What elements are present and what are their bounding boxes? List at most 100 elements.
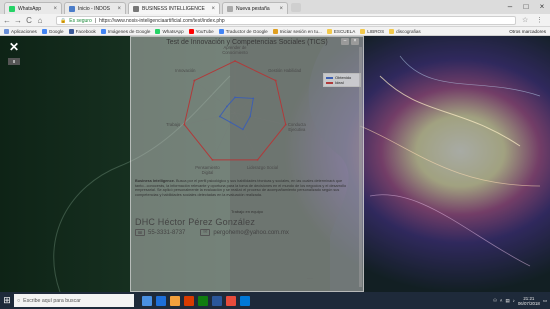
minimize-icon[interactable]: – xyxy=(502,1,518,12)
bookmark-label: Facebook xyxy=(75,28,96,34)
radar-point xyxy=(234,96,236,99)
dialog-close-icon[interactable]: × xyxy=(351,38,359,45)
taskbar-app-icon[interactable] xyxy=(226,295,236,306)
tab-nueva-pestana[interactable]: Nueva pestaña × xyxy=(222,2,288,14)
chart-legend: Obtenido Ideal xyxy=(323,73,361,87)
bookmark-item[interactable]: LIBROS xyxy=(360,28,384,34)
bookmark-label: ESCUELA xyxy=(333,28,356,34)
tab-label: Inicio - INDOS xyxy=(78,5,110,12)
taskbar-app-icon[interactable] xyxy=(198,295,208,306)
other-bookmarks[interactable]: Otros marcadores xyxy=(509,29,550,34)
phone-number: 55-3331-8737 xyxy=(148,229,186,236)
taskbar-app-icon[interactable] xyxy=(212,295,222,306)
close-icon[interactable]: × xyxy=(53,6,57,12)
star-icon[interactable]: ☆ xyxy=(522,16,528,24)
cortana-icon: ○ xyxy=(17,297,21,304)
radar-point xyxy=(252,97,255,100)
legend-swatch xyxy=(326,81,333,84)
taskbar-app-icon[interactable] xyxy=(240,295,250,306)
scroll-note: ..... xyxy=(307,275,313,280)
address-bar[interactable]: 🔒 Es seguro | https://www.nosis-intelige… xyxy=(56,16,516,25)
radar-point xyxy=(241,128,244,131)
taskbar-app-icon[interactable] xyxy=(142,295,152,306)
radar-axis-label: Liderazgo Social xyxy=(247,165,278,171)
volume-icon[interactable]: ♪ xyxy=(513,298,515,303)
radar-axis-label: Pensamiento Digital xyxy=(195,165,220,176)
email-address[interactable]: pergohemo@yahoo.com.mx xyxy=(213,230,288,236)
close-icon[interactable]: × xyxy=(211,6,215,12)
tab-label: WhatsApp xyxy=(18,5,42,12)
dialog-scrollbar[interactable] xyxy=(359,47,362,287)
radar-spoke xyxy=(234,112,258,160)
new-tab-button[interactable] xyxy=(291,3,301,12)
close-icon[interactable]: ✕ xyxy=(9,40,19,54)
radar-axis-label: Innovación xyxy=(175,68,196,74)
tab-whatsapp[interactable]: WhatsApp × xyxy=(4,2,62,14)
windows-start-icon[interactable]: ⊞ xyxy=(0,292,14,309)
bookmark-icon xyxy=(272,28,278,34)
bookmark-item[interactable]: YouTube xyxy=(188,28,214,34)
radar-point xyxy=(249,115,252,118)
secure-label: Es seguro xyxy=(69,17,92,24)
bookmark-item[interactable]: Google xyxy=(41,28,64,34)
bookmark-icon xyxy=(41,28,47,34)
bookmark-icon xyxy=(155,28,161,34)
url-separator: | xyxy=(94,17,97,24)
tab-business-intelligence[interactable]: BUSINESS INTELLIGENCE × xyxy=(128,2,220,14)
bookmark-label: WhatsApp xyxy=(162,28,184,34)
bookmark-item[interactable]: Aplicaciones xyxy=(4,28,37,34)
radar-point xyxy=(256,158,259,161)
taskbar-app-icon[interactable] xyxy=(170,295,180,306)
radar-axis-label: Trabajo xyxy=(166,122,181,128)
bookmarks-bar: Aplicaciones Google Facebook Imágenes de Go… xyxy=(0,27,550,36)
taskbar-search-box[interactable]: ○ Escribe aquí para buscar xyxy=(14,294,134,307)
reload-icon[interactable]: C xyxy=(24,15,34,26)
bookmark-item[interactable]: ESCUELA xyxy=(326,28,356,34)
radar-spoke xyxy=(194,80,236,114)
home-icon[interactable]: ⌂ xyxy=(35,15,45,26)
lock-icon: 🔒 xyxy=(60,17,67,24)
bookmark-icon xyxy=(100,28,106,34)
clock[interactable]: 21:21 06/07/2018 xyxy=(518,296,540,306)
bookmark-label: Traductor de Google xyxy=(225,28,268,34)
taskbar-apps xyxy=(142,295,250,306)
result-description: Business Intelligence. Busca por el perf… xyxy=(135,179,347,197)
bookmark-item[interactable]: Traductor de Google xyxy=(218,28,268,34)
url-text: https://www.nosis-inteligenciaartificial… xyxy=(99,17,225,24)
signature-name: DHC Héctor Pérez González xyxy=(135,217,256,227)
browser-navbar: ← → C ⌂ 🔒 Es seguro | https://www.nosis-… xyxy=(0,14,550,27)
maximize-icon[interactable]: □ xyxy=(518,1,534,12)
back-icon[interactable]: ← xyxy=(2,15,12,26)
legend-label: Ideal xyxy=(335,80,344,85)
bookmark-item[interactable]: Iniciar sesión en tu... xyxy=(272,28,322,34)
bookmark-label: Aplicaciones xyxy=(11,28,37,34)
dialog-minimize-icon[interactable]: – xyxy=(341,38,349,45)
network-icon[interactable]: ▤ xyxy=(506,298,510,304)
tab-label: Nueva pestaña xyxy=(236,5,270,12)
chevron-up-icon[interactable]: ˄ xyxy=(500,298,503,303)
page-favicon-icon xyxy=(133,5,139,12)
bookmark-item[interactable]: Facebook xyxy=(68,28,96,34)
description-heading: Business Intelligence. xyxy=(135,179,175,183)
indos-favicon-icon xyxy=(69,5,75,12)
bookmark-icon xyxy=(326,28,332,34)
close-icon[interactable]: × xyxy=(279,6,283,12)
close-window-icon[interactable]: × xyxy=(534,1,550,12)
bookmark-label: Google xyxy=(48,28,64,34)
radar-spoke xyxy=(184,112,236,125)
contact-info: ☎ 55-3331-8737 ✉ pergohemo@yahoo.com.mx xyxy=(135,229,361,236)
bookmark-item[interactable]: Imágenes de Google xyxy=(100,28,150,34)
person-icon[interactable]: ⚇ xyxy=(493,298,497,304)
bookmark-icon xyxy=(360,28,366,34)
tab-indos[interactable]: Inicio - INDOS × xyxy=(64,2,126,14)
close-icon[interactable]: × xyxy=(117,6,121,12)
windows-taskbar: ⊞ ○ Escribe aquí para buscar ⚇ ˄ ▤ ♪ 21:… xyxy=(0,292,550,309)
menu-icon[interactable]: ⋮ xyxy=(536,16,543,24)
notifications-icon[interactable]: ▭ xyxy=(543,298,547,304)
taskbar-app-icon[interactable] xyxy=(184,295,194,306)
forward-icon[interactable]: → xyxy=(13,15,23,26)
bookmark-item[interactable]: WhatsApp xyxy=(155,28,184,34)
legend-swatch xyxy=(326,76,333,79)
bookmark-item[interactable]: discografias xyxy=(389,28,421,34)
taskbar-app-icon[interactable] xyxy=(156,295,166,306)
